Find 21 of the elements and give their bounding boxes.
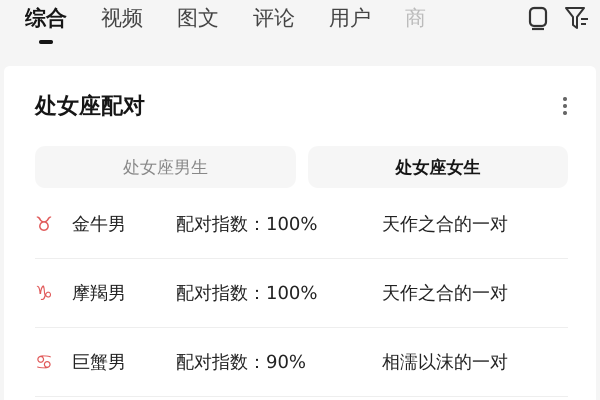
segment-button[interactable]: 处女座女生: [308, 146, 568, 188]
zodiac-symbol: ♋: [35, 350, 54, 374]
tab[interactable]: 图文: [177, 1, 219, 35]
match-score: 配对指数：90%: [176, 351, 308, 374]
zodiac-symbol: ♉: [35, 212, 54, 236]
match-score: 配对指数：100%: [176, 213, 318, 236]
zodiac-symbol: ♑: [35, 281, 54, 305]
match-verdict: 天作之合的一对: [382, 213, 508, 236]
tab[interactable]: 视频: [101, 1, 143, 35]
more-icon[interactable]: [562, 96, 568, 116]
sign-name: 金牛男: [72, 213, 127, 236]
match-score: 配对指数：100%: [176, 282, 318, 305]
tab[interactable]: 用户: [329, 1, 371, 35]
tablet-icon[interactable]: [526, 5, 550, 31]
match-verdict: 天作之合的一对: [382, 282, 508, 305]
tab[interactable]: 评论: [253, 1, 295, 35]
card-title: 处女座配对: [35, 92, 145, 121]
tab[interactable]: 综合: [25, 1, 67, 44]
match-verdict: 相濡以沫的一对: [382, 351, 508, 374]
sign-name: 巨蟹男: [72, 351, 127, 374]
sign-name: 摩羯男: [72, 282, 127, 305]
